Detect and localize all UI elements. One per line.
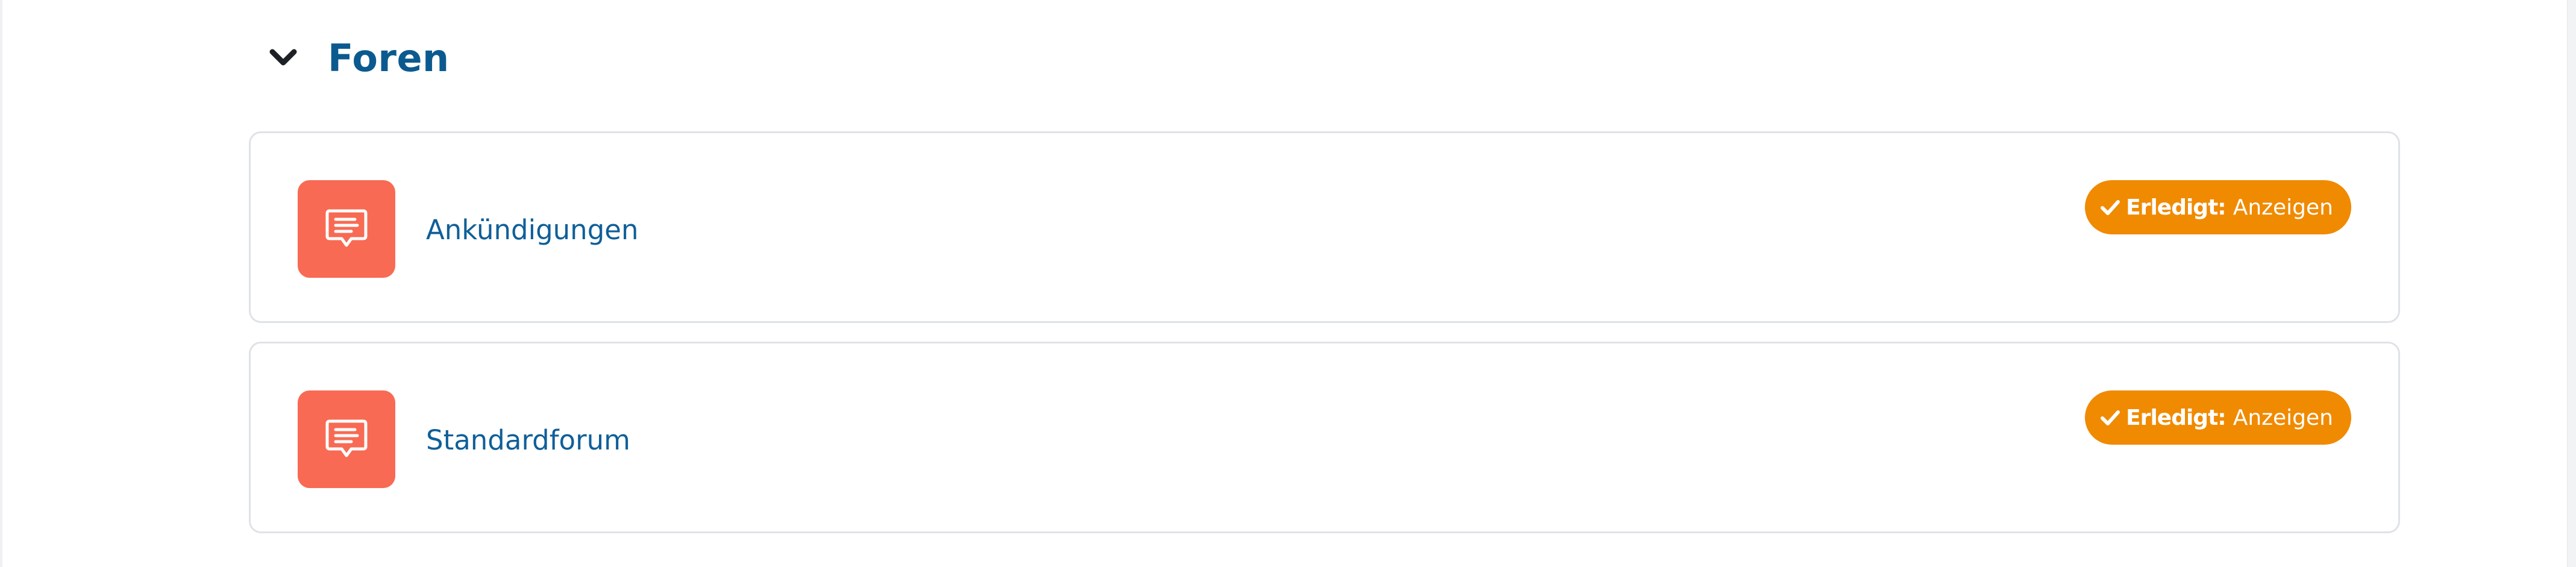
left-edge — [0, 0, 2, 567]
course-page: Foren Ankündigungen Erledigt: Anzeigen S… — [0, 0, 2576, 567]
forum-activity-icon[interactable] — [298, 180, 395, 278]
activity-link[interactable]: Ankündigungen — [426, 214, 638, 246]
activity-card-standardforum: Standardforum Erledigt: Anzeigen — [249, 342, 2400, 533]
check-icon — [2101, 199, 2120, 216]
completion-action-label: Anzeigen — [2233, 195, 2333, 220]
section-collapse-toggle[interactable] — [265, 40, 301, 76]
forum-icon — [325, 419, 368, 457]
section-header: Foren — [265, 29, 450, 87]
forum-activity-icon[interactable] — [298, 390, 395, 488]
scrollbar[interactable] — [2567, 0, 2576, 567]
completion-action-label: Anzeigen — [2233, 405, 2333, 430]
section-title[interactable]: Foren — [328, 36, 450, 80]
completion-status-label: Erledigt: — [2126, 405, 2227, 430]
activity-card-ankuendigungen: Ankündigungen Erledigt: Anzeigen — [249, 131, 2400, 323]
completion-status-badge[interactable]: Erledigt: Anzeigen — [2085, 180, 2351, 234]
completion-status-badge[interactable]: Erledigt: Anzeigen — [2085, 390, 2351, 445]
activity-link[interactable]: Standardforum — [426, 424, 630, 457]
chevron-down-icon — [269, 49, 297, 66]
check-icon — [2101, 409, 2120, 426]
forum-icon — [325, 209, 368, 247]
completion-status-label: Erledigt: — [2126, 195, 2227, 220]
